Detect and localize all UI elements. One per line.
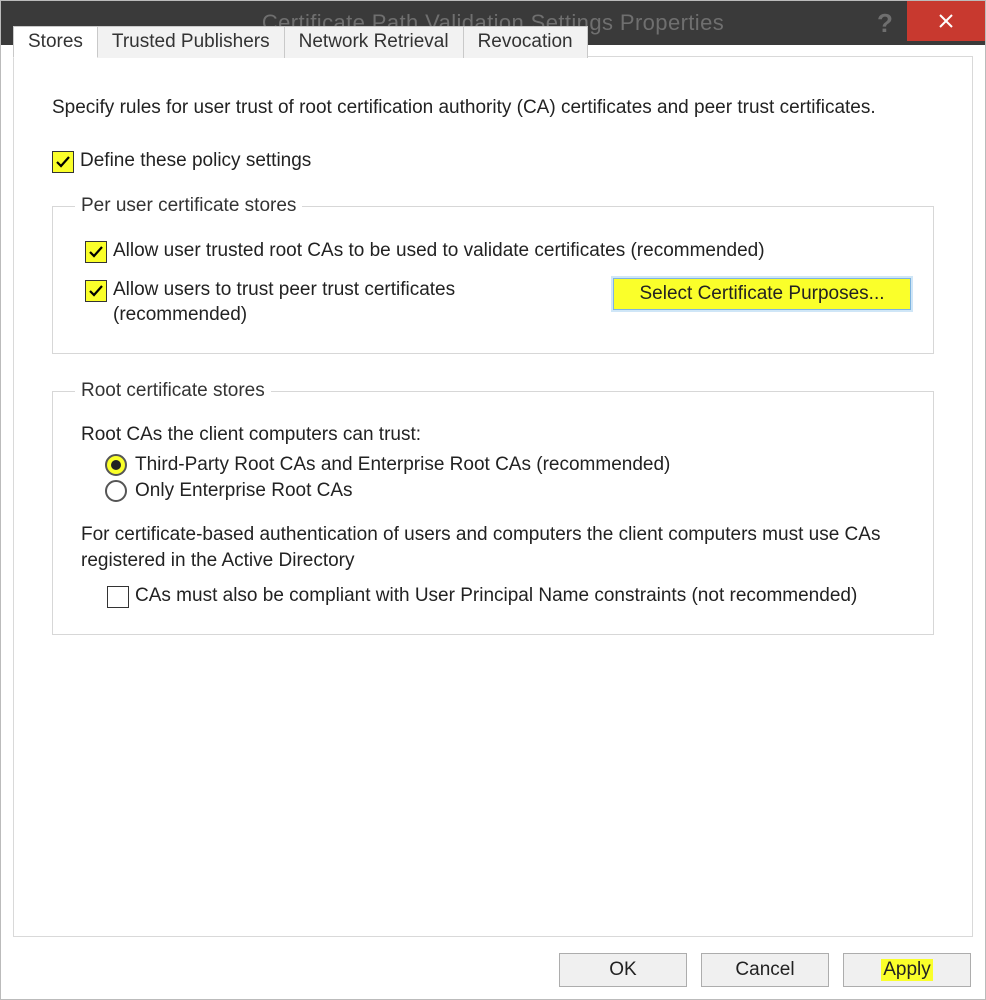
dialog-window: Certificate Path Validation Settings Pro… <box>0 0 986 1000</box>
radio-enterprise-only-label: Only Enterprise Root CAs <box>135 480 353 502</box>
allow-root-label: Allow user trusted root CAs to be used t… <box>113 239 765 264</box>
root-stores-legend: Root certificate stores <box>75 380 271 402</box>
root-footnote: For certificate-based authentication of … <box>75 522 911 573</box>
cancel-button[interactable]: Cancel <box>701 953 829 987</box>
root-stores-group: Root certificate stores Root CAs the cli… <box>52 380 934 635</box>
per-user-group: Per user certificate stores Allow user t… <box>52 195 934 354</box>
checkmark-icon <box>55 154 71 170</box>
define-policy-checkbox[interactable] <box>52 151 74 173</box>
tabstrip: Stores Trusted Publishers Network Retrie… <box>13 26 587 58</box>
upn-constraint-label: CAs must also be compliant with User Pri… <box>135 584 857 609</box>
intro-text: Specify rules for user trust of root cer… <box>52 95 934 121</box>
apply-button[interactable]: Apply <box>843 953 971 987</box>
close-button[interactable] <box>907 1 985 41</box>
titlebar-controls: ? <box>863 1 985 45</box>
allow-peer-checkbox[interactable] <box>85 280 107 302</box>
radio-third-party[interactable] <box>105 454 127 476</box>
define-policy-label: Define these policy settings <box>80 149 311 174</box>
root-trust-prompt: Root CAs the client computers can trust: <box>75 424 911 446</box>
radio-enterprise-only[interactable] <box>105 480 127 502</box>
tab-trusted-publishers[interactable]: Trusted Publishers <box>97 26 285 58</box>
tab-content: Specify rules for user trust of root cer… <box>22 73 964 655</box>
ok-button[interactable]: OK <box>559 953 687 987</box>
tab-network-retrieval[interactable]: Network Retrieval <box>284 26 464 58</box>
help-button[interactable]: ? <box>863 1 907 45</box>
radio-third-party-label: Third-Party Root CAs and Enterprise Root… <box>135 454 670 476</box>
allow-root-checkbox[interactable] <box>85 241 107 263</box>
tab-stores[interactable]: Stores <box>13 26 98 58</box>
dialog-buttons: OK Cancel Apply <box>559 953 971 987</box>
upn-constraint-checkbox[interactable] <box>107 586 129 608</box>
checkmark-icon <box>88 244 104 260</box>
tab-client-area: Stores Trusted Publishers Network Retrie… <box>13 56 973 937</box>
per-user-legend: Per user certificate stores <box>75 195 302 217</box>
select-certificate-purposes-button[interactable]: Select Certificate Purposes... <box>613 278 911 310</box>
checkmark-icon <box>88 283 104 299</box>
close-icon <box>938 13 954 29</box>
allow-peer-label: Allow users to trust peer trust certific… <box>113 278 493 327</box>
tab-revocation[interactable]: Revocation <box>463 26 588 58</box>
